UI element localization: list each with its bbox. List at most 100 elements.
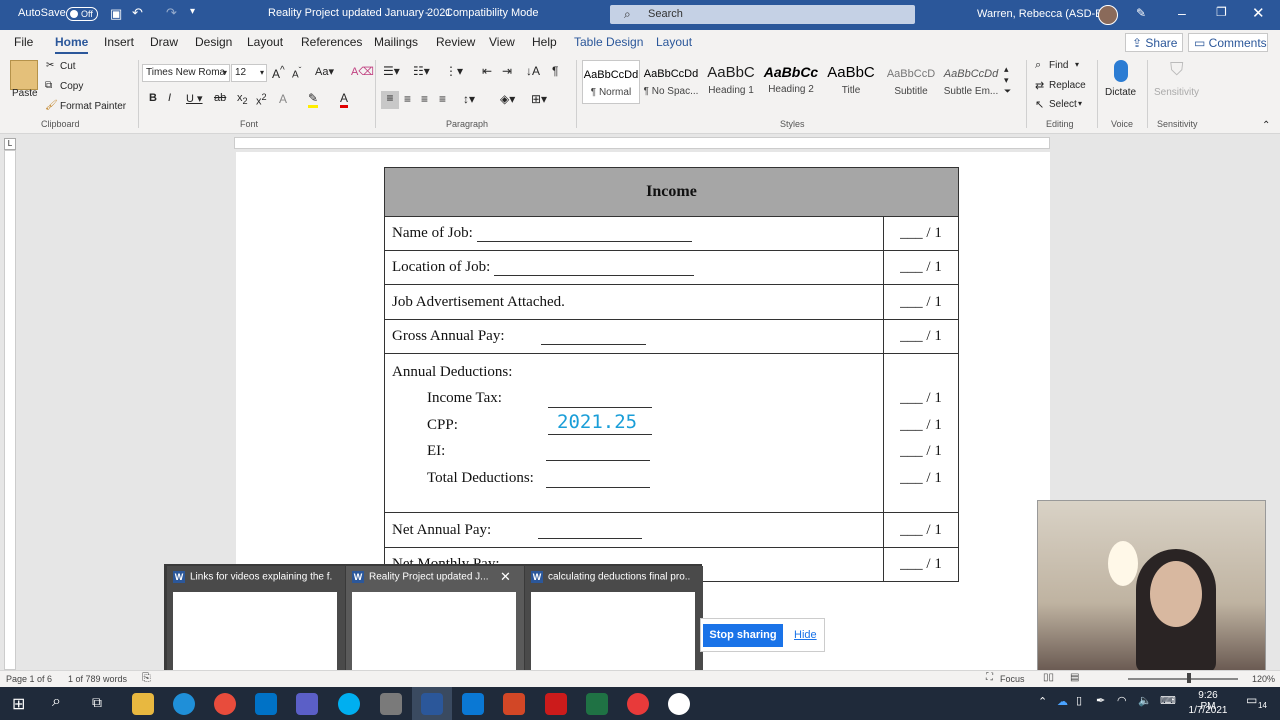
comments-button[interactable]: ▭ Comments — [1188, 33, 1268, 52]
style-no-spacing[interactable]: AaBbCcDd ¶ No Spac... — [642, 60, 700, 104]
dictate-button[interactable]: Dictate — [1105, 87, 1136, 98]
snip-icon[interactable] — [380, 693, 402, 715]
skype-icon[interactable] — [338, 693, 360, 715]
focus-icon[interactable]: ⛶ — [986, 672, 993, 683]
clear-formatting-icon[interactable]: A⌫ — [351, 65, 374, 78]
superscript-icon[interactable]: x2 — [256, 92, 267, 108]
tab-references[interactable]: References — [301, 35, 362, 49]
decrease-indent-icon[interactable]: ⇤ — [482, 64, 492, 78]
cut-icon[interactable]: ✂ — [46, 60, 54, 71]
user-name[interactable]: Warren, Rebecca (ASD-E) — [977, 8, 1106, 20]
font-name-select[interactable]: Times New Roma ▾ — [142, 64, 230, 82]
replace-button[interactable]: Replace — [1049, 80, 1086, 91]
highlight-icon[interactable]: ✎ — [308, 91, 319, 108]
tab-insert[interactable]: Insert — [104, 35, 134, 49]
onedrive-icon[interactable]: ☁ — [1057, 695, 1068, 708]
restore-icon[interactable]: ❐ — [1216, 5, 1227, 19]
zoom-slider-thumb[interactable] — [1187, 673, 1191, 683]
page-count[interactable]: Page 1 of 6 — [6, 674, 52, 684]
close-icon[interactable]: ✕ — [500, 569, 511, 585]
acrobat-icon[interactable] — [545, 693, 567, 715]
copy-button[interactable]: Copy — [60, 81, 83, 92]
paste-icon[interactable] — [10, 60, 38, 90]
close-icon[interactable]: ✕ — [1252, 4, 1265, 22]
chevron-down-icon[interactable]: ▾ — [1075, 60, 1079, 69]
tab-home[interactable]: Home — [55, 35, 89, 54]
app-icon[interactable] — [668, 693, 690, 715]
align-left-icon[interactable]: ≡ — [381, 91, 399, 109]
format-painter-icon[interactable]: 🖌 — [45, 100, 58, 111]
clock-date[interactable]: 1/7/2021 — [1184, 705, 1232, 716]
multilevel-list-icon[interactable]: ⋮▾ — [445, 64, 463, 78]
powerpoint-icon[interactable] — [503, 693, 525, 715]
tab-table-design[interactable]: Table Design — [574, 35, 643, 49]
word-count[interactable]: 1 of 789 words — [68, 674, 127, 684]
device-icon[interactable]: ▯ — [1076, 694, 1082, 707]
zoom-level[interactable]: 120% — [1252, 674, 1275, 684]
collapse-ribbon-icon[interactable]: ⌃ — [1262, 120, 1270, 131]
paste-button[interactable]: Paste — [12, 88, 38, 99]
text-effects-icon[interactable]: A — [279, 92, 287, 106]
save-icon[interactable]: ▣ — [110, 6, 122, 22]
read-mode-icon[interactable]: ▯▯ — [1043, 672, 1054, 683]
cut-button[interactable]: Cut — [60, 61, 76, 72]
zoom-slider[interactable] — [1128, 678, 1238, 680]
sort-icon[interactable]: ↓A — [526, 64, 540, 78]
strikethrough-icon[interactable]: ab — [214, 92, 226, 104]
autosave-toggle[interactable]: Off — [66, 7, 98, 21]
style-title[interactable]: AaBbC Title — [822, 60, 880, 104]
file-explorer-icon[interactable] — [132, 693, 154, 715]
style-subtle-emphasis[interactable]: AaBbCcDd Subtle Em... — [942, 60, 1000, 104]
styles-scroll-icon[interactable]: ▴ ▾ ⏷ — [1004, 64, 1011, 97]
stop-sharing-button[interactable]: Stop sharing — [703, 624, 783, 647]
copy-icon[interactable]: ⧉ — [45, 80, 52, 91]
font-size-select[interactable]: 12 ▾ — [231, 64, 267, 82]
notifications-icon[interactable]: ▭ — [1246, 693, 1257, 707]
avatar[interactable] — [1098, 5, 1118, 25]
change-case-icon[interactable]: Aa▾ — [315, 65, 334, 78]
align-right-icon[interactable]: ≡ — [421, 92, 428, 106]
wifi-icon[interactable]: ◠ — [1117, 694, 1127, 707]
find-icon[interactable]: ⌕ — [1035, 59, 1041, 72]
redo-icon[interactable]: ↷ — [166, 5, 177, 21]
print-layout-icon[interactable]: ▤ — [1070, 672, 1079, 683]
chevron-up-icon[interactable]: ⌃ — [1038, 695, 1047, 708]
tab-design[interactable]: Design — [195, 35, 232, 49]
format-painter-button[interactable]: Format Painter — [60, 101, 126, 112]
borders-icon[interactable]: ⊞▾ — [531, 92, 547, 106]
pen-icon[interactable]: ✎ — [1136, 6, 1146, 20]
task-view-icon[interactable]: ⧉ — [92, 694, 102, 711]
style-normal[interactable]: AaBbCcDd ¶ Normal — [582, 60, 640, 104]
thumbnail-window-3[interactable]: Wcalculating deductions final pro... — [525, 566, 703, 684]
tab-table-layout[interactable]: Layout — [656, 35, 692, 49]
excel-icon[interactable] — [586, 693, 608, 715]
edge-icon[interactable] — [173, 693, 195, 715]
select-icon[interactable]: ↖ — [1035, 98, 1044, 111]
tab-draw[interactable]: Draw — [150, 35, 178, 49]
tab-file[interactable]: File — [14, 35, 33, 49]
tab-review[interactable]: Review — [436, 35, 475, 49]
tab-help[interactable]: Help — [532, 35, 557, 49]
share-button[interactable]: ⇪ Share — [1125, 33, 1183, 52]
customize-qat-icon[interactable]: ▾ — [190, 6, 195, 17]
tab-layout[interactable]: Layout — [247, 35, 283, 49]
show-marks-icon[interactable]: ¶ — [552, 64, 558, 78]
numbering-icon[interactable]: ☷▾ — [413, 64, 430, 78]
outlook-icon[interactable] — [255, 693, 277, 715]
italic-icon[interactable]: I — [168, 92, 171, 104]
align-center-icon[interactable]: ≡ — [404, 92, 411, 106]
shading-icon[interactable]: ◈▾ — [500, 92, 515, 106]
search-box[interactable]: ⌕ Search — [610, 5, 915, 24]
pen-icon[interactable]: ✒ — [1096, 694, 1105, 707]
grow-font-icon[interactable]: A^ — [272, 65, 285, 81]
select-button[interactable]: Select — [1049, 99, 1077, 110]
chrome-icon[interactable] — [214, 693, 236, 715]
chevron-down-icon[interactable]: ▾ — [1078, 99, 1082, 108]
volume-icon[interactable]: 🔈 — [1138, 694, 1152, 707]
tab-selector[interactable]: L — [4, 138, 16, 150]
vertical-ruler[interactable] — [4, 150, 16, 670]
proofing-icon[interactable]: ⎘ — [142, 672, 151, 685]
minimize-icon[interactable]: – — [1178, 5, 1186, 21]
tab-mailings[interactable]: Mailings — [374, 35, 418, 49]
hide-button[interactable]: Hide — [794, 629, 817, 641]
